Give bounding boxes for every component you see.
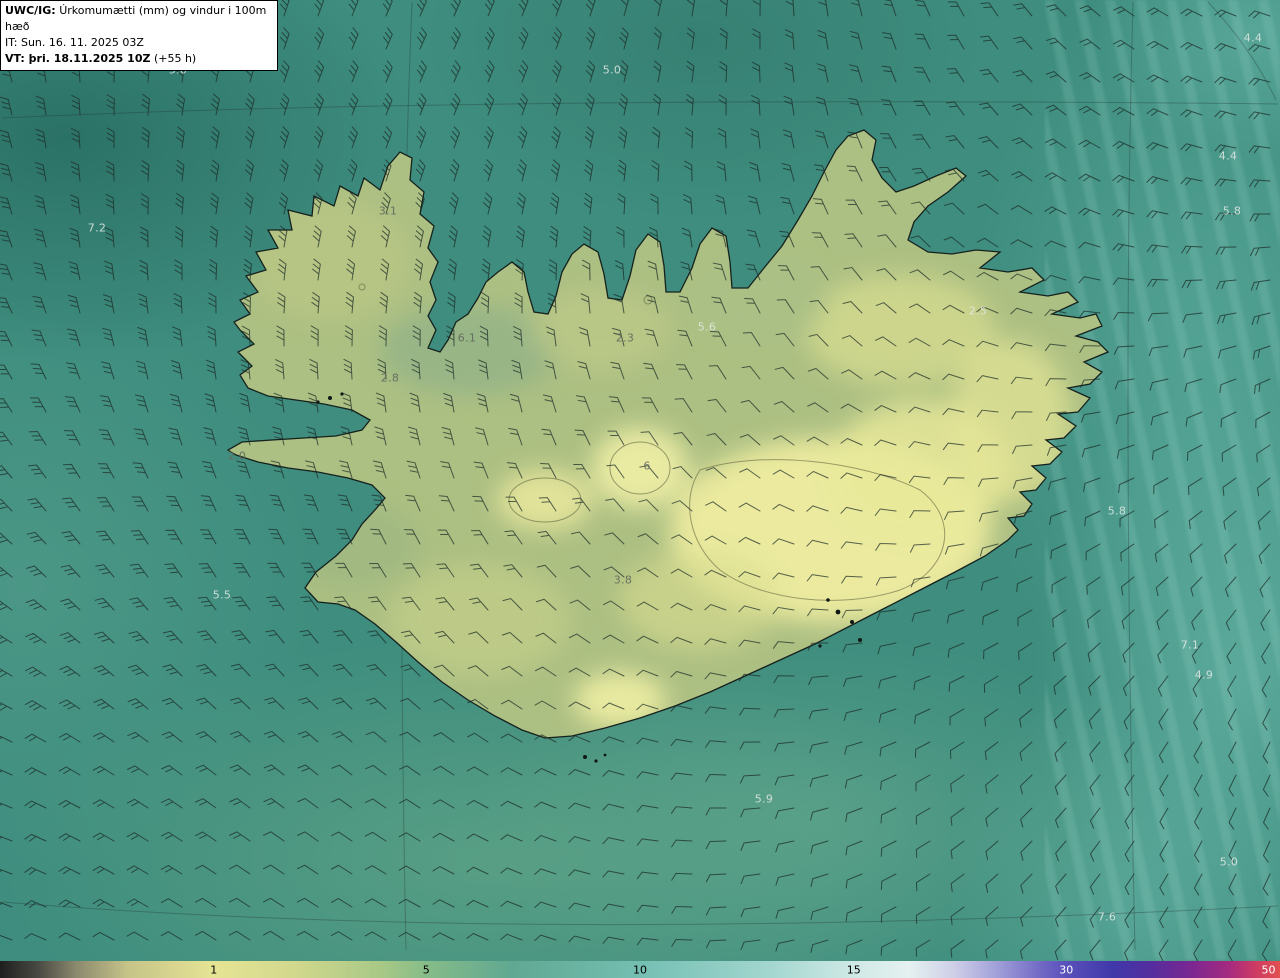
- title-line-model: UWC/IG: Úrkomumætti (mm) og vindur i 100…: [5, 3, 273, 35]
- title-line-init: IT: Sun. 16. 11. 2025 03Z: [5, 35, 273, 51]
- title-line-valid: VT: þri. 18.11.2025 10Z (+55 h): [5, 51, 273, 67]
- colorbar-tick-30: 30: [1059, 963, 1074, 976]
- colorbar-ticks: 1 5 10 15 30 50: [0, 961, 1280, 978]
- colorbar-tick-10: 10: [633, 963, 647, 976]
- colorbar-tick-1: 1: [210, 963, 218, 976]
- colorbar-tick-5: 5: [422, 963, 430, 976]
- weather-map: 5.05.04.44.45.87.23.16.12.35.62.52.82.06…: [0, 0, 1280, 978]
- colorbar-tick-50: 50: [1261, 963, 1276, 976]
- init-label: IT:: [5, 35, 18, 49]
- map-canvas: [0, 0, 1279, 962]
- model-label: UWC/IG:: [5, 4, 56, 17]
- colorbar: 1 5 10 15 30 50: [0, 961, 1280, 978]
- colorbar-tick-15: 15: [846, 963, 861, 976]
- title-box: UWC/IG: Úrkomumætti (mm) og vindur i 100…: [0, 0, 278, 71]
- valid-label: VT:: [5, 51, 25, 65]
- init-time: Sun. 16. 11. 2025 03Z: [20, 35, 144, 49]
- lead-time: (+55 h): [153, 51, 197, 65]
- valid-time: þri. 18.11.2025 10Z: [28, 51, 151, 65]
